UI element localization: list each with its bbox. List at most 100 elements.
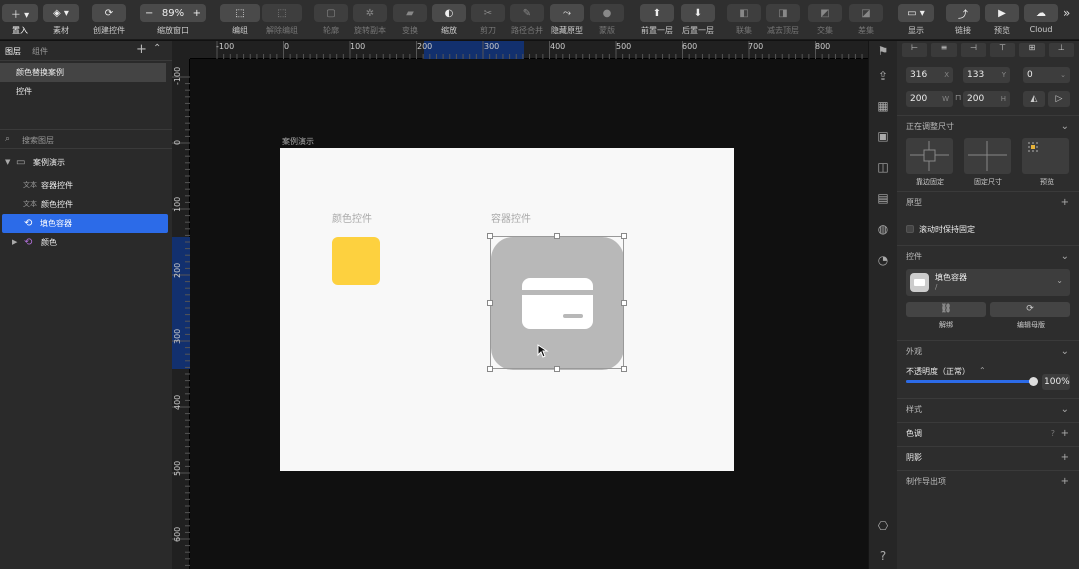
- tab-components[interactable]: 组件: [32, 46, 48, 57]
- artboard[interactable]: 颜色控件 容器控件: [280, 148, 734, 471]
- bring-forward-tool[interactable]: ⬆ 前置一层: [640, 0, 674, 36]
- help-icon[interactable]: ?: [873, 546, 893, 566]
- color-swatch[interactable]: [332, 237, 380, 285]
- link-tool[interactable]: ⤴ 链接: [946, 0, 980, 36]
- y-input[interactable]: 133 Y: [963, 67, 1010, 83]
- disclosure-down-icon[interactable]: ▼: [5, 153, 10, 172]
- components-icon[interactable]: ◫: [873, 157, 893, 177]
- pencil-icon[interactable]: ✎: [510, 4, 544, 22]
- layer-search[interactable]: ⌕ 搜索图层: [0, 129, 172, 149]
- opacity-slider[interactable]: [906, 377, 1038, 386]
- union-icon[interactable]: ◧: [727, 4, 761, 22]
- chevron-down-icon[interactable]: ⌄: [1061, 341, 1069, 363]
- mask-icon[interactable]: ●: [590, 4, 624, 22]
- difference-icon[interactable]: ◪: [849, 4, 883, 22]
- appearance-section[interactable]: 外观 ⌄: [897, 340, 1079, 362]
- outline-icon[interactable]: ▢: [314, 4, 348, 22]
- difference-tool[interactable]: ◪ 差集: [849, 0, 883, 36]
- pin-to-edge-option[interactable]: [906, 138, 953, 174]
- layer-row-selected[interactable]: ⟲ 填色容器: [2, 214, 168, 233]
- rotate-copy-tool[interactable]: ✲ 旋转副本: [353, 0, 387, 36]
- plus-icon[interactable]: +: [1061, 447, 1069, 469]
- help-icon[interactable]: ?: [1051, 423, 1055, 445]
- play-icon[interactable]: ▶: [985, 4, 1019, 22]
- gear-icon[interactable]: ✲: [353, 4, 387, 22]
- plus-icon[interactable]: +: [1061, 471, 1069, 493]
- fixed-size-option[interactable]: [964, 138, 1011, 174]
- plus-icon[interactable]: +: [1061, 423, 1069, 445]
- send-backward-icon[interactable]: ⬇: [681, 4, 715, 22]
- canvas[interactable]: 案例演示 颜色控件 容器控件: [190, 59, 868, 569]
- assets-tool[interactable]: ◈ ▾ 素材: [43, 0, 79, 36]
- fixed-scroll-checkbox[interactable]: [906, 225, 914, 233]
- refresh-icon[interactable]: ⟳: [92, 4, 126, 22]
- detach-button[interactable]: ⛓: [906, 302, 986, 317]
- resize-handle[interactable]: [621, 233, 627, 239]
- chevron-down-icon[interactable]: ⌄: [1061, 116, 1069, 138]
- group-icon[interactable]: ⬚: [220, 4, 260, 22]
- link-icon[interactable]: ⤴: [946, 4, 980, 22]
- layer-row[interactable]: ▶ ⟲ 颜色: [0, 233, 172, 252]
- resize-handle[interactable]: [487, 300, 493, 306]
- container-control-label[interactable]: 容器控件: [491, 210, 531, 225]
- gift-icon[interactable]: ⎔: [873, 516, 893, 536]
- library-icon[interactable]: ▦: [873, 96, 893, 116]
- disclosure-right-icon[interactable]: ▶: [12, 233, 17, 252]
- rotation-input[interactable]: 0 ⌄: [1023, 67, 1070, 83]
- layer-row[interactable]: 文本 容器控件: [0, 176, 172, 195]
- controls-section[interactable]: 控件 ⌄: [897, 245, 1079, 267]
- align-bottom-icon[interactable]: ⊥: [1048, 43, 1074, 57]
- subtract-tool[interactable]: ◨ 减去顶层: [766, 0, 800, 36]
- image-icon[interactable]: ▣: [873, 126, 893, 146]
- height-input[interactable]: 200 H: [963, 91, 1010, 107]
- x-input[interactable]: 316 X: [906, 67, 953, 83]
- opacity-blend-dropdown[interactable]: 不透明度（正常）: [906, 366, 970, 377]
- edit-master-button[interactable]: ⟳: [990, 302, 1070, 317]
- style-section[interactable]: 样式 ⌄: [897, 398, 1079, 420]
- styles-icon[interactable]: ▤: [873, 188, 893, 208]
- align-top-icon[interactable]: ⊤: [989, 43, 1016, 57]
- color-control-label[interactable]: 颜色控件: [332, 210, 372, 225]
- union-tool[interactable]: ◧ 联集: [727, 0, 761, 36]
- transform-tool[interactable]: ▰ 变换: [393, 0, 427, 36]
- align-left-icon[interactable]: ⊢: [902, 43, 928, 57]
- path-merge-tool[interactable]: ✎ 路径合并: [510, 0, 544, 36]
- ungroup-icon[interactable]: ⬚: [262, 4, 302, 22]
- chevron-down-icon[interactable]: ⌄: [1061, 399, 1069, 421]
- transform-icon[interactable]: ▰: [393, 4, 427, 22]
- mask-tool[interactable]: ● 蒙版: [590, 0, 624, 36]
- resize-handle[interactable]: [554, 233, 560, 239]
- palette-icon[interactable]: ◍: [873, 219, 893, 239]
- cloud-icon[interactable]: ☁: [1024, 4, 1058, 22]
- scale-icon[interactable]: ◐: [432, 4, 466, 22]
- chevron-down-icon[interactable]: ⌄: [1061, 246, 1069, 268]
- prototype-section[interactable]: 原型 +: [897, 191, 1079, 213]
- resize-handle[interactable]: [621, 366, 627, 372]
- send-backward-tool[interactable]: ⬇ 后置一层: [681, 0, 715, 36]
- lock-icon[interactable]: ⊓: [955, 93, 961, 102]
- export-section[interactable]: 制作导出项 +: [897, 470, 1079, 492]
- display-icon[interactable]: ▭ ▾: [898, 4, 934, 22]
- add-page-icon[interactable]: +: [136, 42, 147, 57]
- align-right-icon[interactable]: ⊣: [960, 43, 986, 57]
- control-picker[interactable]: 填色容器 / ⌄: [906, 269, 1070, 296]
- opacity-input[interactable]: 100%: [1042, 374, 1070, 390]
- scale-tool[interactable]: ◐ 缩放: [432, 0, 466, 36]
- create-control-tool[interactable]: ⟳ 创建控件: [92, 0, 126, 36]
- intersect-icon[interactable]: ◩: [808, 4, 842, 22]
- slider-knob[interactable]: [1029, 377, 1038, 386]
- subtract-icon[interactable]: ◨: [766, 4, 800, 22]
- layers-stack-icon[interactable]: ◈ ▾: [43, 4, 79, 22]
- zoom-in-icon[interactable]: +: [193, 8, 201, 19]
- hide-prototype-tool[interactable]: ⤳ 隐藏原型: [550, 0, 584, 36]
- artboard-title[interactable]: 案例演示: [282, 136, 314, 147]
- collapse-icon[interactable]: ⌃: [153, 43, 161, 54]
- insert-tool[interactable]: ＋ ▾ 置入: [2, 0, 38, 36]
- more-icon[interactable]: »: [1063, 6, 1070, 20]
- resize-handle[interactable]: [554, 366, 560, 372]
- cloud-tool[interactable]: ☁ Cloud: [1024, 0, 1058, 34]
- stepper-icon[interactable]: ⌄: [1060, 67, 1066, 83]
- preview-tool[interactable]: ▶ 预览: [985, 0, 1019, 36]
- flip-vertical-icon[interactable]: ▷: [1048, 91, 1070, 107]
- page-item[interactable]: 控件: [0, 82, 166, 101]
